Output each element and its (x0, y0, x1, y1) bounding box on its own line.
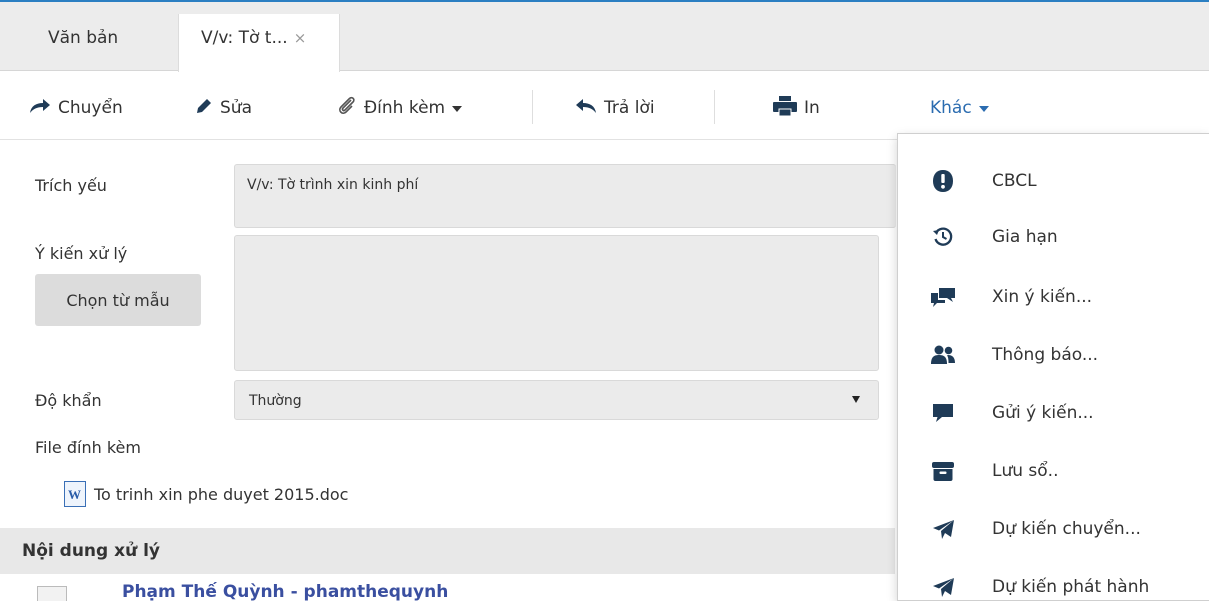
dropdown-arrow-icon (852, 396, 860, 403)
menu-item-thong-bao[interactable]: Thông báo... (898, 326, 1209, 384)
do-khan-label: Độ khẩn (35, 391, 102, 410)
document-form: Trích yếu V/v: Tờ trình xin kinh phí Ý k… (0, 140, 896, 528)
menu-item-luu-so[interactable]: Lưu sổ.. (898, 442, 1209, 500)
archive-icon (930, 458, 956, 484)
do-khan-select[interactable]: Thường (234, 380, 879, 420)
khac-dropdown-menu: CBCL Gia hạn Xin ý kiến... Thông báo... … (897, 133, 1209, 601)
pencil-icon (194, 96, 214, 121)
chuyen-label: Chuyển (58, 98, 123, 118)
tra-loi-label: Trả lời (604, 98, 655, 118)
chon-tu-mau-button[interactable]: Chọn từ mẫu (35, 274, 201, 326)
trich-yeu-value: V/v: Tờ trình xin kinh phí (247, 177, 419, 193)
menu-item-cbcl[interactable]: CBCL (898, 152, 1209, 210)
paper-plane-icon (930, 516, 956, 542)
comments-icon (930, 284, 956, 310)
toolbar-divider (532, 90, 533, 124)
chevron-down-icon (978, 106, 989, 112)
tab-document[interactable]: V/v: Tờ t... × (178, 14, 340, 72)
dinh-kem-button[interactable]: Đính kèm (336, 94, 463, 122)
tra-loi-button[interactable]: Trả lời (574, 94, 655, 122)
list-item: Phạm Thế Quỳnh - phamthequynh (0, 574, 895, 601)
close-icon[interactable]: × (294, 29, 307, 47)
dinh-kem-label: Đính kèm (364, 98, 446, 118)
in-label: In (804, 98, 820, 118)
tab-label: Văn bản (48, 28, 119, 48)
tab-van-ban[interactable]: Văn bản (22, 14, 177, 72)
reply-icon (574, 97, 598, 120)
toolbar: Chuyển Sửa Đính kèm Trả lời In Khác (0, 72, 1209, 140)
paperclip-icon (336, 95, 358, 122)
forward-arrow-icon (28, 97, 52, 120)
menu-item-gia-han[interactable]: Gia hạn (898, 208, 1209, 266)
y-kien-label: Ý kiến xử lý (35, 244, 128, 263)
menu-item-gui-y-kien[interactable]: Gửi ý kiến... (898, 384, 1209, 442)
chevron-down-icon (452, 106, 463, 112)
do-khan-value: Thường (249, 393, 302, 409)
exclamation-icon (930, 168, 956, 194)
sua-button[interactable]: Sửa (194, 94, 252, 122)
attachment-link[interactable]: W To trinh xin phe duyet 2015.doc (64, 481, 348, 507)
comment-icon (930, 400, 956, 426)
menu-item-xin-y-kien[interactable]: Xin ý kiến... (898, 268, 1209, 326)
trich-yeu-field[interactable]: V/v: Tờ trình xin kinh phí (234, 164, 896, 228)
paper-plane-icon (930, 574, 956, 600)
tab-label: V/v: Tờ t... (201, 28, 288, 48)
printer-icon (772, 95, 798, 122)
avatar (37, 586, 67, 601)
sua-label: Sửa (220, 98, 252, 118)
word-doc-icon: W (64, 481, 86, 507)
trich-yeu-label: Trích yếu (35, 176, 107, 195)
chuyen-button[interactable]: Chuyển (28, 94, 123, 122)
y-kien-textarea[interactable] (234, 235, 879, 371)
tab-bar: Văn bản V/v: Tờ t... × (0, 2, 1209, 72)
khac-dropdown-button[interactable]: Khác (930, 94, 989, 122)
toolbar-divider (714, 90, 715, 124)
menu-item-du-kien-phat-hanh[interactable]: Dự kiến phát hành (898, 558, 1209, 601)
section-header: Nội dung xử lý (0, 528, 895, 574)
khac-label: Khác (930, 98, 972, 118)
person-link[interactable]: Phạm Thế Quỳnh - phamthequynh (122, 582, 448, 601)
file-dinh-kem-label: File đính kèm (35, 438, 141, 457)
menu-item-du-kien-chuyen[interactable]: Dự kiến chuyển... (898, 500, 1209, 558)
history-icon (930, 224, 956, 250)
users-icon (930, 342, 956, 368)
attachment-name: To trinh xin phe duyet 2015.doc (94, 484, 349, 504)
in-button[interactable]: In (772, 94, 820, 122)
